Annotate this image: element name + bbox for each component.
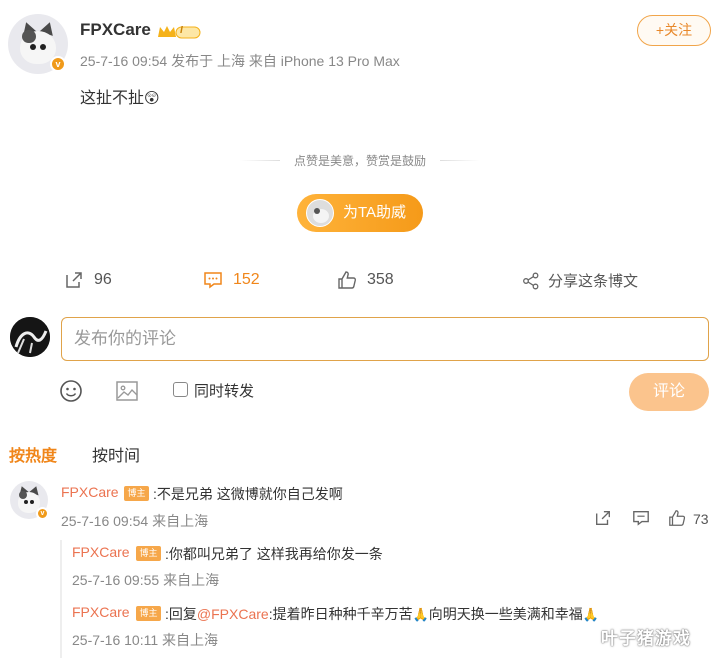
like-icon [338, 271, 356, 289]
reply-thread-bar [60, 540, 62, 658]
reward-divider-label: 点赞是美意，赞赏是鼓励 [293, 154, 426, 168]
like-count: 358 [367, 271, 394, 288]
reply-author[interactable]: FPXCare [72, 544, 130, 560]
tab-sort-by-hot[interactable]: 按热度 [9, 442, 57, 466]
mention-link[interactable]: @FPXCare [197, 606, 269, 622]
post-meta: 25-7-16 09:54 发布于 上海 来自 iPhone 13 Pro Ma… [80, 53, 400, 69]
vip-level-badge: I [180, 25, 183, 36]
cat-eye-left [23, 500, 28, 504]
share-action[interactable]: 分享这条博文 [522, 270, 638, 291]
share-icon [523, 272, 539, 289]
post-text: 这扯不扯 [80, 90, 145, 107]
repost-action[interactable]: 96 [64, 270, 112, 290]
blogger-tag: 博主 [124, 486, 149, 501]
post-content: 这扯不扯😲 [80, 84, 160, 108]
reply-author[interactable]: FPXCare [72, 604, 130, 620]
repost-count: 96 [94, 271, 112, 288]
comment-meta: 25-7-16 09:54 来自上海 [61, 513, 209, 529]
comment-like-count: 73 [693, 511, 709, 527]
comment-count: 152 [233, 271, 260, 288]
boost-avatar [306, 199, 334, 227]
pray-emoji-icon: 🙏 [412, 607, 429, 622]
comment-icon [204, 272, 222, 289]
submit-comment-button[interactable]: 评论 [629, 373, 709, 411]
reply-text: :你都叫兄弟了 这样我再给你发一条 [165, 546, 383, 562]
comment-like-icon[interactable] [668, 509, 686, 527]
comment-repost-icon[interactable] [594, 509, 612, 527]
watermark: 叶子猪游戏 [601, 629, 691, 648]
repost-checkbox-label[interactable]: 同时转发 [194, 380, 254, 401]
reply-prefix: :回复 [165, 606, 197, 622]
comment-text: :不是兄弟 这微博就你自己发啊 [153, 486, 343, 502]
cat-patch [22, 29, 36, 43]
comment-input[interactable] [61, 317, 709, 361]
like-action[interactable]: 358 [337, 270, 394, 290]
follow-button[interactable]: +关注 [637, 15, 711, 46]
divider-line-right [440, 160, 480, 161]
surprised-emoji-icon: 😲 [144, 90, 160, 107]
repost-icon [66, 272, 82, 288]
poster-username[interactable]: FPXCare [80, 20, 151, 40]
cat-eye-left [29, 44, 36, 50]
my-avatar[interactable] [10, 317, 50, 357]
vip-crown-icon [158, 26, 201, 39]
blogger-tag: 博主 [136, 606, 161, 621]
reply-body: :提着昨日种种千辛万苦 [268, 606, 413, 622]
avatar-art [10, 317, 50, 357]
image-upload-icon[interactable] [114, 378, 140, 404]
reply-middle: 向明天换一些美满和幸福 [428, 606, 583, 622]
reply-meta: 25-7-16 10:11 来自上海 [72, 632, 219, 648]
verified-badge-icon: v [50, 56, 66, 72]
share-label: 分享这条博文 [548, 273, 639, 290]
comment-action[interactable]: 152 [203, 270, 260, 290]
tab-sort-by-time[interactable]: 按时间 [92, 442, 140, 466]
emoji-icon[interactable] [58, 378, 84, 404]
reply-text: :回复@FPXCare:提着昨日种种千辛万苦🙏向明天换一些美满和幸福🙏 [165, 604, 599, 624]
boost-button[interactable]: 为TA助威 [297, 194, 423, 232]
blogger-tag: 博主 [136, 546, 161, 561]
boost-label: 为TA助威 [343, 204, 407, 221]
pray-emoji-icon: 🙏 [582, 607, 599, 622]
reply-meta: 25-7-16 09:55 来自上海 [72, 572, 220, 588]
repost-checkbox[interactable] [173, 382, 188, 397]
verified-badge-icon: v [36, 507, 49, 520]
comment-reply-icon[interactable] [632, 509, 650, 527]
comment-author[interactable]: FPXCare [61, 484, 119, 500]
reward-divider-text: 点赞是美意，赞赏是鼓励 [0, 152, 720, 169]
